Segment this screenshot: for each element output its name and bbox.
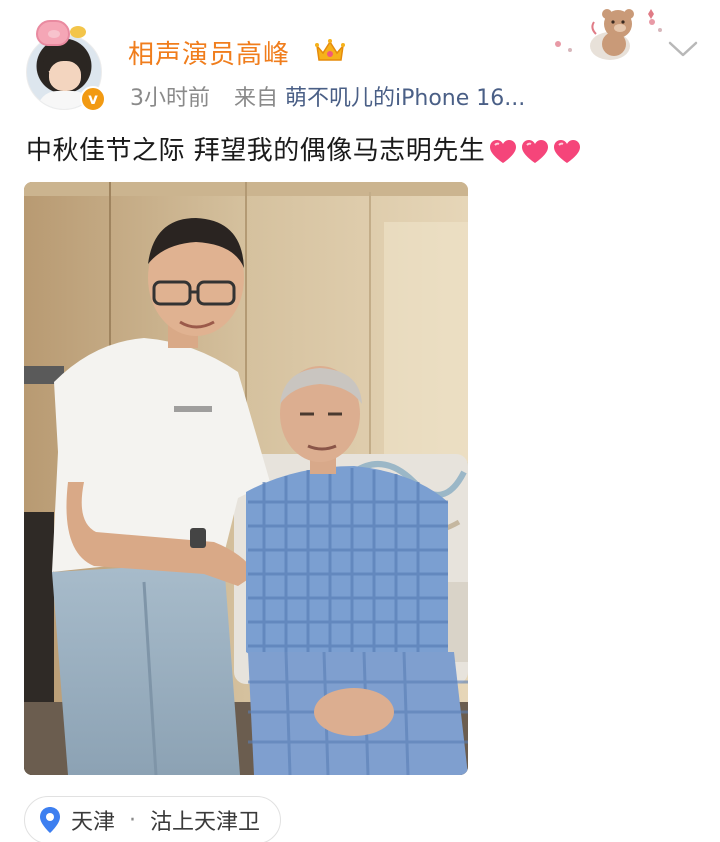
location-separator: · (129, 807, 137, 833)
post-time: 3小时前 (130, 86, 210, 111)
crown-icon (315, 39, 345, 61)
post-photo[interactable] (24, 182, 468, 775)
photo-illustration (24, 182, 468, 775)
location-tag[interactable]: 天津 · 沽上天津卫 (24, 796, 282, 842)
location-place: 沽上天津卫 (150, 810, 261, 835)
post-content: 中秋佳节之际 拜望我的偶像马志明先生 (26, 130, 581, 167)
bear-sticker-decoration (555, 9, 662, 60)
weibo-post: v 相声演员高峰 3小时前 来自 萌不叽儿的iPhone 16... 中秋佳节之… (0, 0, 720, 842)
verified-badge: v (80, 86, 106, 112)
post-text: 中秋佳节之际 拜望我的偶像马志明先生 (26, 136, 486, 166)
avatar-face (49, 61, 81, 91)
heart-icon (522, 139, 549, 163)
from-label: 来自 (234, 86, 279, 111)
pig-pendant-icon (36, 20, 86, 46)
heart-icon (490, 139, 517, 163)
heart-emojis (489, 139, 581, 165)
post-meta: 3小时前 来自 萌不叽儿的iPhone 16... (130, 80, 525, 112)
location-city: 天津 (71, 810, 116, 835)
author-avatar[interactable]: v (26, 20, 106, 112)
chevron-down-icon[interactable] (666, 38, 700, 60)
location-pin-icon (40, 807, 60, 833)
heart-icon (554, 139, 581, 163)
author-name[interactable]: 相声演员高峰 (128, 34, 290, 71)
device-source-link[interactable]: 萌不叽儿的iPhone 16... (285, 86, 525, 111)
